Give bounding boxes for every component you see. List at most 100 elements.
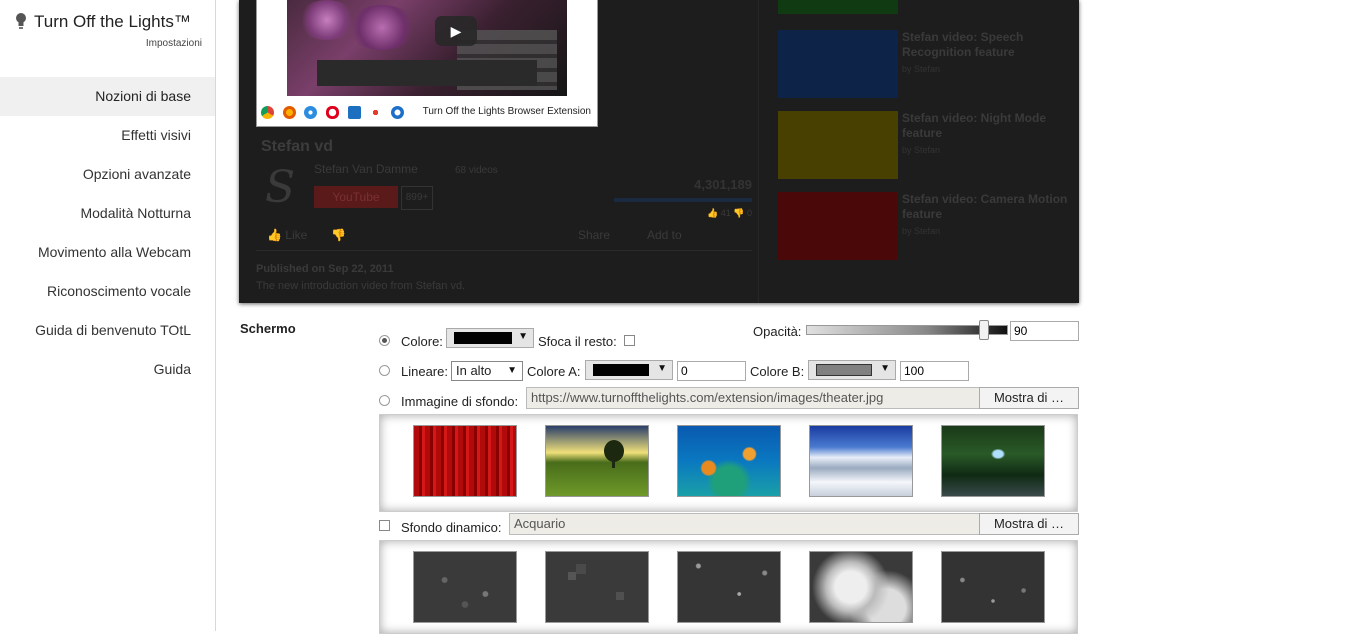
- share-button[interactable]: Share: [578, 228, 610, 242]
- channel-logo: S: [265, 162, 296, 213]
- dynamic-squares-thumbnail[interactable]: [545, 551, 649, 623]
- color-b-picker[interactable]: ▼: [808, 360, 896, 380]
- dropdown-arrow-icon: ▼: [507, 365, 517, 376]
- video-description: The new introduction video from Stefan v…: [256, 280, 466, 292]
- bg-image-url-input[interactable]: https://www.turnoffthelights.com/extensi…: [526, 387, 980, 409]
- sidebar-item-opzioni-avanzate[interactable]: Opzioni avanzate: [0, 155, 215, 194]
- dropdown-arrow-icon: ▼: [518, 331, 528, 342]
- sidebar-item-effetti-visivi[interactable]: Effetti visivi: [0, 116, 215, 155]
- linear-label: Lineare:: [401, 364, 448, 379]
- related-video[interactable]: [778, 0, 1078, 14]
- color-b-opacity-input[interactable]: [900, 361, 969, 381]
- firefox-icon: [282, 106, 296, 120]
- linear-direction-select[interactable]: In alto ▼: [451, 361, 523, 381]
- like-ratio-bar: [614, 198, 752, 202]
- bg-image-gallery: [379, 414, 1078, 512]
- opera-icon: [325, 106, 339, 120]
- color-a-label: Colore A:: [527, 364, 581, 379]
- color-b-swatch: [816, 364, 872, 376]
- tree-art: [612, 456, 615, 468]
- view-count: 4,301,189: [694, 177, 752, 192]
- related-video[interactable]: Stefan video: Camera Motion feature by S…: [778, 192, 1078, 260]
- divider: [256, 250, 752, 251]
- sidebar-item-nozioni-di-base[interactable]: Nozioni di base: [0, 77, 215, 116]
- snowy-mountains-thumbnail[interactable]: [809, 425, 913, 497]
- related-video[interactable]: Stefan video: Speech Recognition feature…: [778, 30, 1078, 98]
- opacity-slider-handle[interactable]: [979, 320, 989, 340]
- sidebar-nav: Nozioni di base Effetti visivi Opzioni a…: [0, 77, 215, 389]
- section-label-schermo: Schermo: [240, 321, 296, 336]
- app-title: Turn Off the Lights™: [34, 12, 191, 31]
- chrome-icon: [261, 106, 274, 120]
- browser-icons: [261, 104, 406, 120]
- like-button[interactable]: 👍 Like: [267, 228, 307, 242]
- sunset-tree-thumbnail[interactable]: [545, 425, 649, 497]
- related-title: Stefan video: Night Mode feature: [902, 111, 1046, 140]
- yandex-icon: [369, 106, 383, 120]
- add-to-button[interactable]: Add to: [647, 228, 682, 242]
- dropdown-arrow-icon: ▼: [880, 363, 890, 374]
- related-thumbnail: [778, 30, 898, 98]
- related-author: by Stefan: [902, 226, 941, 236]
- dynamic-stars-thumbnail[interactable]: [941, 551, 1045, 623]
- opacity-slider[interactable]: [806, 320, 1008, 340]
- related-title: Stefan video: Speech Recognition feature: [902, 30, 1024, 59]
- opacity-label: Opacità:: [753, 324, 802, 339]
- video-count: 68 videos: [455, 165, 498, 176]
- related-video[interactable]: Stefan video: Night Mode feature by Stef…: [778, 111, 1078, 179]
- dynamic-bubbles-thumbnail[interactable]: [413, 551, 517, 623]
- bg-image-label: Immagine di sfondo:: [401, 394, 519, 409]
- sidebar: Turn Off the Lights™ Impostazioni Nozion…: [0, 0, 216, 631]
- color-picker[interactable]: ▼: [446, 328, 534, 348]
- edge-icon: [390, 106, 404, 120]
- color-a-picker[interactable]: ▼: [585, 360, 673, 380]
- opacity-input[interactable]: [1010, 321, 1079, 341]
- dynamic-rain-thumbnail[interactable]: [677, 551, 781, 623]
- video-art: [317, 60, 537, 86]
- app-subtitle: Impostazioni: [145, 38, 202, 49]
- youtube-subscribe-button[interactable]: YouTube: [314, 186, 398, 208]
- bg-image-radio[interactable]: [379, 395, 390, 406]
- color-b-label: Colore B:: [750, 364, 805, 379]
- waterfall-thumbnail[interactable]: [941, 425, 1045, 497]
- blur-label: Sfoca il resto:: [538, 334, 617, 349]
- related-thumbnail: [778, 111, 898, 179]
- safari-icon: [304, 106, 318, 120]
- sidebar-item-modalita-notturna[interactable]: Modalità Notturna: [0, 194, 215, 233]
- sidebar-item-movimento-webcam[interactable]: Movimento alla Webcam: [0, 233, 215, 272]
- channel-owner[interactable]: Stefan Van Damme: [314, 162, 418, 176]
- published-date: Published on Sep 22, 2011: [256, 263, 394, 275]
- subscriber-count: 899+: [401, 186, 433, 210]
- show-more-dynamic-button[interactable]: Mostra di …: [979, 513, 1079, 535]
- play-icon: ▶: [450, 23, 462, 39]
- theater-curtain-thumbnail[interactable]: [413, 425, 517, 497]
- show-more-images-button[interactable]: Mostra di …: [979, 387, 1079, 409]
- dynamic-smoke-thumbnail[interactable]: [809, 551, 913, 623]
- color-swatch: [454, 332, 512, 344]
- sidebar-item-guida-benvenuto[interactable]: Guida di benvenuto TOtL: [0, 311, 215, 350]
- coral-reef-thumbnail[interactable]: [677, 425, 781, 497]
- sidebar-item-guida[interactable]: Guida: [0, 350, 215, 389]
- channel-name: Stefan vd: [261, 138, 334, 155]
- dislike-button[interactable]: 👎: [331, 228, 346, 242]
- maxthon-icon: [347, 106, 361, 120]
- linear-radio[interactable]: [379, 365, 390, 376]
- dynamic-bg-input[interactable]: Acquario: [509, 513, 980, 535]
- play-button[interactable]: ▶: [435, 16, 477, 46]
- video-art: [347, 5, 417, 50]
- likes-summary: 👍 41 👎 0: [707, 208, 752, 218]
- video-frame: ▶: [287, 0, 567, 96]
- video-footer: Turn Off the Lights Browser Extension: [257, 100, 597, 126]
- linear-direction-value: In alto: [456, 363, 492, 378]
- video-player[interactable]: ▶ Turn Off the Lights Browser Extension: [256, 0, 598, 127]
- lightbulb-icon: [16, 13, 26, 29]
- blur-checkbox[interactable]: [624, 335, 635, 346]
- sidebar-item-riconoscimento-vocale[interactable]: Riconoscimento vocale: [0, 272, 215, 311]
- thumbs-up-icon: 👍: [267, 228, 282, 242]
- related-author: by Stefan: [902, 145, 941, 155]
- preview-panel: ▶ Turn Off the Lights Browser Extension …: [239, 0, 1079, 303]
- color-radio[interactable]: [379, 335, 390, 346]
- dynamic-bg-checkbox[interactable]: [379, 520, 390, 531]
- color-a-opacity-input[interactable]: [677, 361, 746, 381]
- column-divider: [758, 0, 759, 303]
